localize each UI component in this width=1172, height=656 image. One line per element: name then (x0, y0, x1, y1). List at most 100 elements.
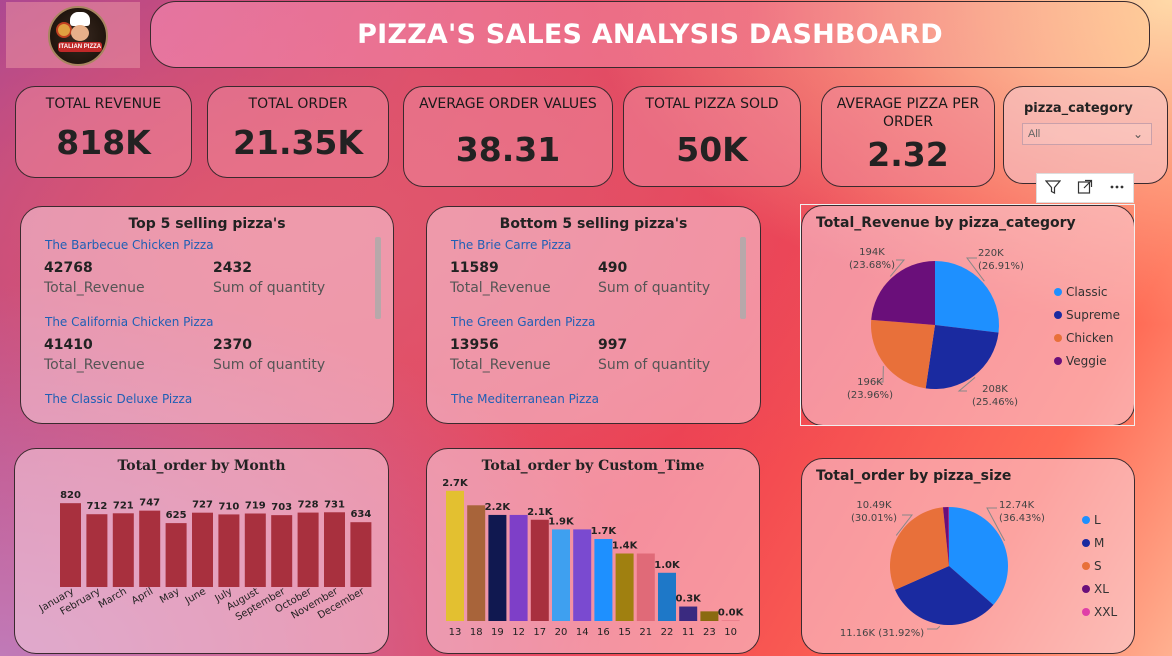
legend-item-m[interactable]: M (1094, 536, 1104, 550)
bar-november[interactable] (324, 512, 345, 587)
pie-data-label: (26.91%) (978, 261, 1024, 272)
kpi-value: 38.31 (455, 130, 561, 169)
legend-marker (1054, 357, 1062, 365)
legend-marker (1082, 516, 1090, 524)
bar-september[interactable] (271, 515, 293, 587)
kpi-value: 50K (676, 130, 748, 169)
x-tick-label: 21 (639, 627, 652, 638)
bar-11[interactable] (679, 606, 698, 621)
legend-item-veggie[interactable]: Veggie (1066, 354, 1107, 368)
bar-12[interactable] (509, 514, 528, 621)
bar-15[interactable] (615, 553, 634, 622)
orders-by-month-card: Total_order by Month 820 January 712 Februa… (14, 448, 389, 654)
x-tick-label: May (158, 586, 181, 606)
revenue-value: 11589 (450, 260, 499, 276)
kpi-total-revenue[interactable]: TOTAL REVENUE 818K (15, 86, 192, 178)
x-tick-label: 18 (470, 627, 483, 638)
revenue-caption: Total_Revenue (450, 357, 551, 373)
x-tick-label: 23 (703, 627, 716, 638)
slicer-label: pizza_category (1024, 101, 1133, 116)
bar-17[interactable] (530, 519, 549, 621)
pie-data-label: 220K (978, 248, 1004, 259)
kpi-total-pizza-sold[interactable]: TOTAL PIZZA SOLD 50K (623, 86, 801, 187)
scrollbar[interactable] (740, 237, 746, 319)
pie-data-label: 196K (857, 377, 883, 388)
legend-item-chicken[interactable]: Chicken (1066, 331, 1113, 345)
quantity-caption: Sum of quantity (598, 280, 711, 296)
kpi-label: AVERAGE ORDER VALUES (419, 96, 597, 112)
bar-21[interactable] (636, 553, 655, 622)
list-item-name[interactable]: The Classic Deluxe Pizza (45, 392, 192, 406)
list-item-name[interactable]: The Brie Carre Pizza (451, 238, 571, 252)
chevron-down-icon: ⌄ (1132, 127, 1143, 141)
x-tick-label: 14 (576, 627, 589, 638)
bar-16[interactable] (594, 539, 613, 621)
legend-item-supreme[interactable]: Supreme (1066, 308, 1120, 322)
bar-october[interactable] (297, 512, 319, 587)
bar-23[interactable] (700, 611, 719, 621)
bar-february[interactable] (86, 514, 108, 587)
size-pie-chart[interactable]: 12.74K (36.43%) 11.16K (31.92%) 10.49K (30.0… (802, 459, 1136, 655)
bar-january[interactable] (60, 503, 81, 587)
x-tick-label: 16 (597, 627, 610, 638)
pie-data-label: 12.74K (999, 500, 1035, 511)
revenue-value: 13956 (450, 337, 499, 353)
bar-18[interactable] (467, 505, 486, 621)
kpi-label: TOTAL ORDER (248, 96, 348, 112)
quantity-value: 2370 (213, 337, 252, 353)
bar-august[interactable] (244, 513, 266, 587)
bar-july[interactable] (218, 514, 240, 587)
filter-icon[interactable] (1041, 179, 1065, 198)
bar-march[interactable] (112, 513, 134, 587)
legend-item-xxl[interactable]: XXL (1094, 605, 1117, 619)
revenue-pie-chart[interactable]: 220K (26.91%) 208K (25.46%) 196K (23.96%) 194K… (802, 206, 1136, 427)
top5-title: Top 5 selling pizza's (128, 216, 286, 232)
x-tick-label: 15 (618, 627, 631, 638)
x-tick-label: 22 (661, 627, 674, 638)
kpi-average-order-values[interactable]: AVERAGE ORDER VALUES 38.31 (403, 86, 613, 187)
bar-14[interactable] (573, 529, 592, 621)
list-item-name[interactable]: The California Chicken Pizza (45, 315, 213, 329)
orders-by-time-chart[interactable]: 2.7K13 182.2K19 122.1K171.9K20 141.7K161.4K… (427, 449, 761, 655)
bar-data-label: 625 (166, 510, 187, 521)
pie-data-label: 194K (859, 247, 885, 258)
kpi-value: 2.32 (867, 135, 949, 174)
pie-data-label: (30.01%) (851, 513, 897, 524)
pizza-category-dropdown[interactable]: All ⌄ (1022, 123, 1152, 145)
legend-item-s[interactable]: S (1094, 559, 1102, 573)
more-options-icon[interactable] (1105, 179, 1129, 198)
kpi-label: AVERAGE PIZZA PER ORDER (836, 96, 980, 130)
bar-20[interactable] (552, 529, 570, 621)
bar-data-label: 1.7K (591, 526, 618, 537)
kpi-average-pizza-per-order[interactable]: AVERAGE PIZZA PER ORDER 2.32 (821, 86, 995, 187)
kpi-value: 21.35K (233, 123, 363, 162)
x-tick-label: 17 (533, 627, 546, 638)
list-item-name[interactable]: The Barbecue Chicken Pizza (45, 238, 214, 252)
bar-22[interactable] (658, 572, 676, 621)
legend-item-classic[interactable]: Classic (1066, 285, 1108, 299)
bar-data-label: 719 (245, 501, 266, 512)
bar-13[interactable] (446, 490, 464, 621)
focus-mode-icon[interactable] (1073, 179, 1097, 198)
list-item-name[interactable]: The Green Garden Pizza (451, 315, 595, 329)
orders-by-month-chart[interactable]: 820January712February721March747April625… (15, 449, 390, 655)
pie-data-label: 10.49K (856, 500, 892, 511)
list-item-name[interactable]: The Mediterranean Pizza (451, 392, 599, 406)
bar-10[interactable] (721, 620, 740, 622)
bar-data-label: 1.9K (548, 516, 575, 527)
pie-slice-supreme[interactable] (925, 325, 999, 389)
bar-june[interactable] (192, 512, 213, 587)
bar-december[interactable] (350, 522, 372, 587)
bar-may[interactable] (165, 523, 187, 587)
bar-data-label: 2.2K (485, 502, 512, 513)
kpi-label: TOTAL REVENUE (45, 96, 162, 112)
quantity-value: 997 (598, 337, 628, 353)
bar-data-label: 747 (139, 498, 160, 509)
kpi-total-order[interactable]: TOTAL ORDER 21.35K (207, 86, 389, 178)
legend-item-l[interactable]: L (1094, 513, 1101, 527)
scrollbar[interactable] (375, 237, 381, 319)
bar-19[interactable] (488, 514, 507, 621)
legend-marker (1082, 585, 1090, 593)
legend-item-xl[interactable]: XL (1094, 582, 1109, 596)
bar-april[interactable] (139, 510, 161, 587)
